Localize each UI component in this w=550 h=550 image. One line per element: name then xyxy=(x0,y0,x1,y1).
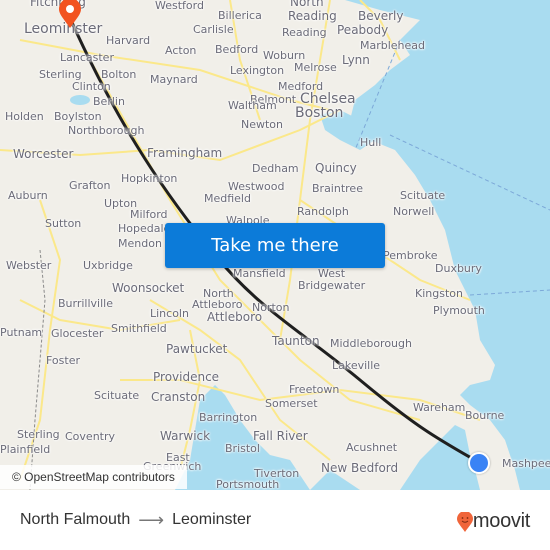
route-summary: North Falmouth ⟶ Leominster xyxy=(20,510,251,531)
destination-name: Leominster xyxy=(172,511,252,528)
origin-marker[interactable] xyxy=(468,452,490,474)
footer: North Falmouth ⟶ Leominster moovit xyxy=(0,490,550,550)
moovit-logo[interactable]: moovit xyxy=(456,510,530,533)
state-border xyxy=(29,249,46,490)
moovit-wordmark: moovit xyxy=(472,510,530,532)
arrow-right-icon: ⟶ xyxy=(138,509,165,530)
map[interactable]: Fitchburg Leominster Westford Billerica Nort… xyxy=(0,0,550,490)
origin-name: North Falmouth xyxy=(20,511,131,528)
destination-pin-icon[interactable] xyxy=(57,0,83,28)
moovit-pin-icon xyxy=(456,511,473,532)
take-me-there-button[interactable]: Take me there xyxy=(165,223,385,268)
map-attribution[interactable]: © OpenStreetMap contributors xyxy=(0,465,187,489)
